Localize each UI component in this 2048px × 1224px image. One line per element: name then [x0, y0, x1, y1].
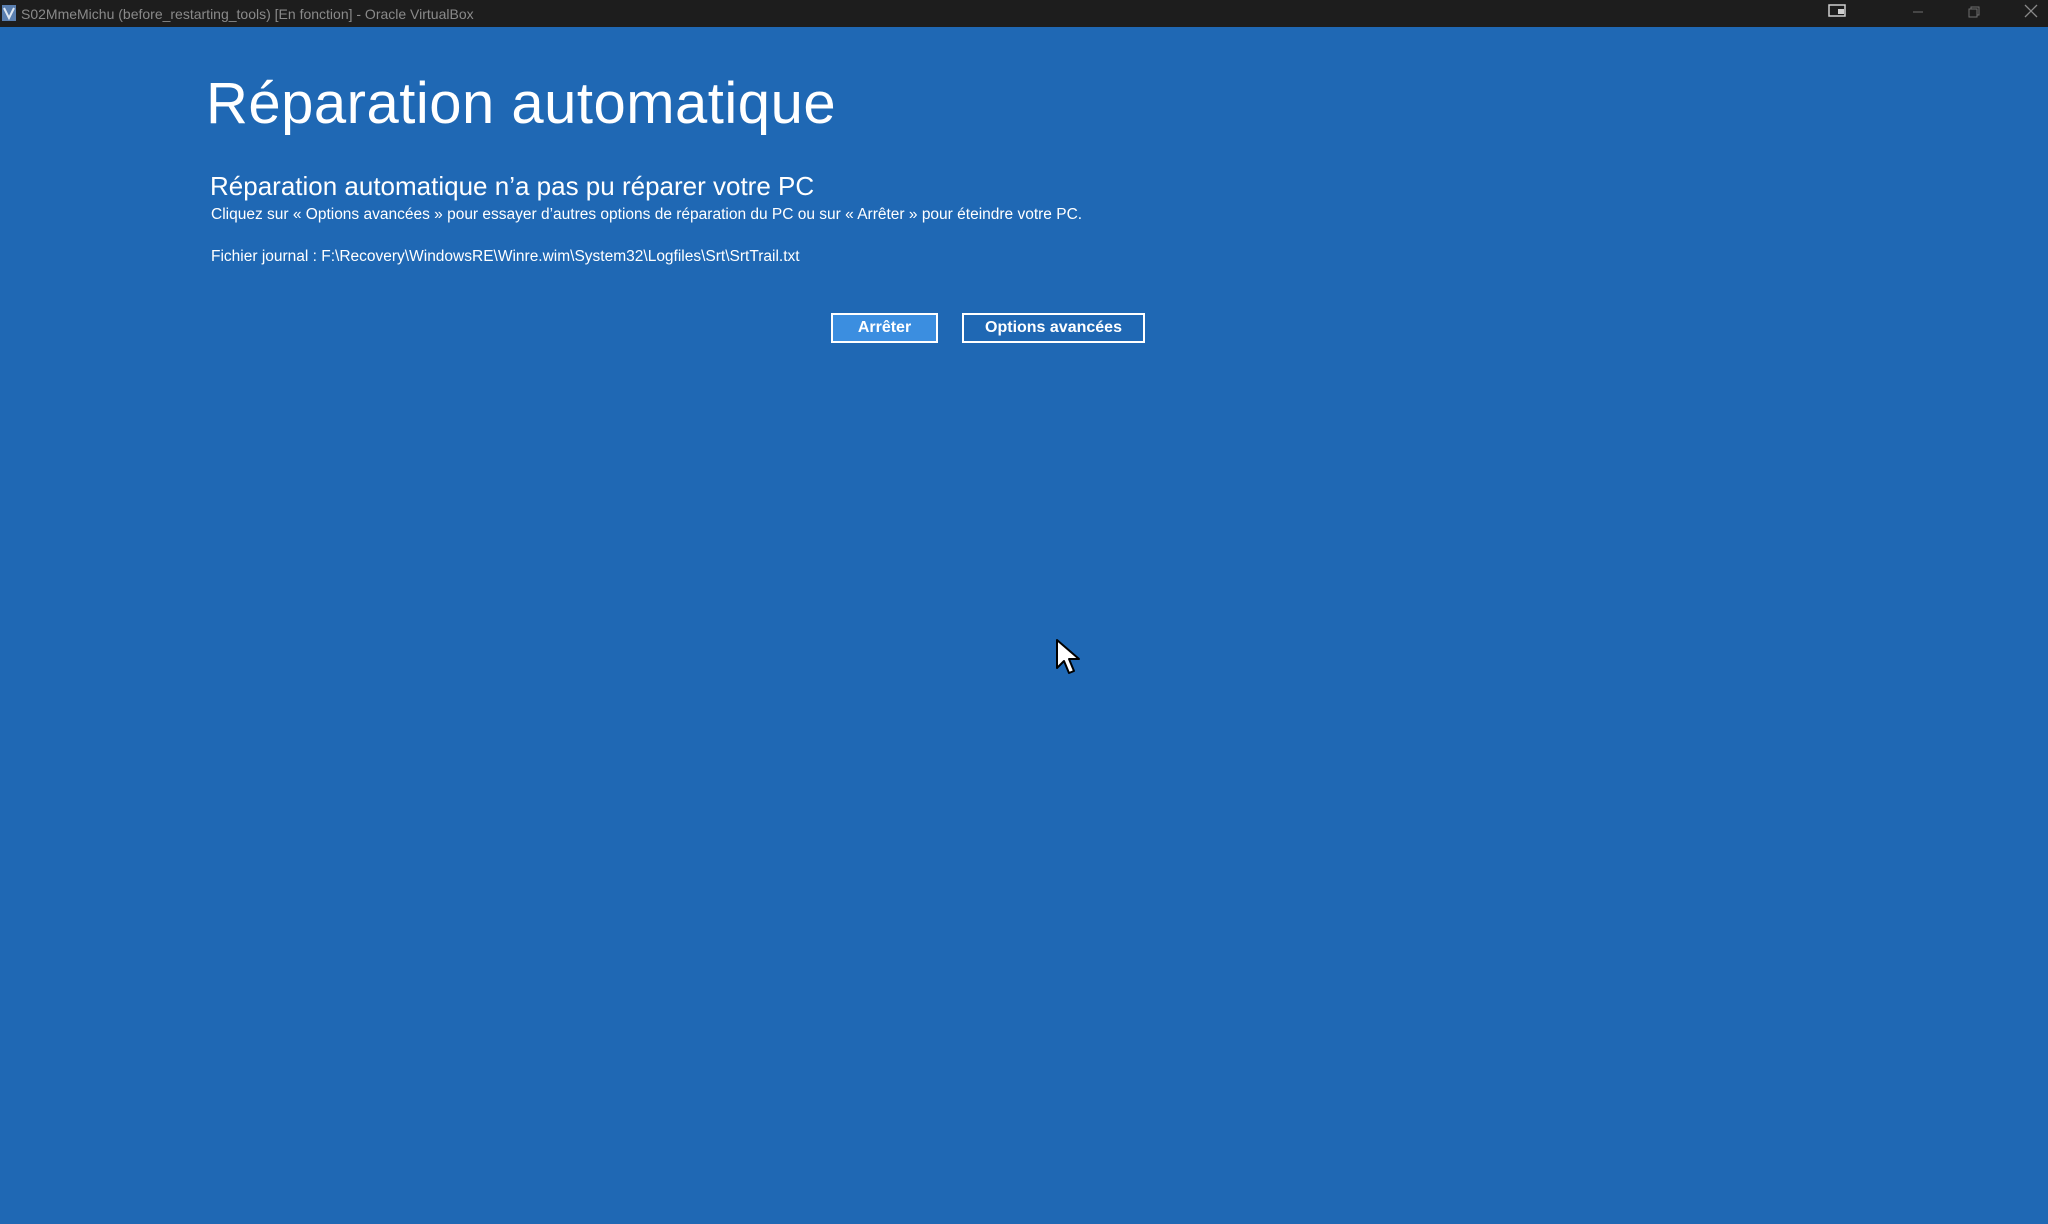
display-button[interactable] [1814, 0, 1860, 27]
virtualbox-icon [2, 5, 16, 21]
minimize-icon [1912, 5, 1924, 23]
display-icon [1828, 4, 1846, 23]
window-titlebar: S02MmeMichu (before_restarting_tools) [E… [0, 0, 2048, 27]
mouse-cursor-icon [1055, 638, 1085, 678]
close-icon [2024, 4, 2038, 23]
window-title: S02MmeMichu (before_restarting_tools) [E… [21, 6, 474, 22]
restore-button[interactable] [1951, 0, 1997, 27]
restore-icon [1968, 5, 1980, 23]
error-heading: Réparation automatique n’a pas pu répare… [210, 171, 815, 201]
shutdown-button[interactable]: Arrêter [830, 312, 939, 344]
close-button[interactable] [2008, 0, 2048, 27]
log-file-path: Fichier journal : F:\Recovery\WindowsRE\… [211, 248, 800, 265]
vm-screen: Réparation automatique Réparation automa… [0, 27, 2048, 1224]
advanced-options-button[interactable]: Options avancées [962, 313, 1145, 343]
page-title: Réparation automatique [206, 71, 837, 136]
error-description: Cliquez sur « Options avancées » pour es… [211, 206, 1083, 223]
minimize-button[interactable] [1895, 0, 1941, 27]
